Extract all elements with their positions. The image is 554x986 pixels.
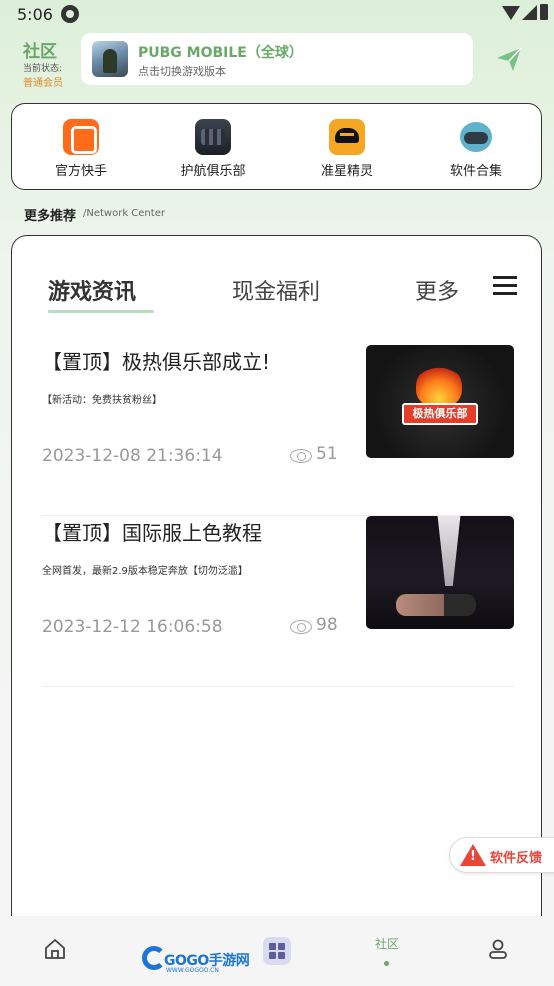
thumbnail-badge: 极热俱乐部 <box>402 403 478 425</box>
gamepad-icon <box>458 119 494 155</box>
quick-item-label: 护航俱乐部 <box>180 164 246 179</box>
tab-more[interactable]: 更多 <box>415 274 459 306</box>
wifi-icon <box>502 6 520 20</box>
quick-item-label: 官方快手 <box>54 164 107 179</box>
quick-item-label: 软件合集 <box>449 164 502 179</box>
quick-item-crosshair[interactable]: 准星精灵 <box>292 104 402 191</box>
news-date: 2023-12-08 21:36:14 <box>42 446 223 466</box>
page-title: 社区 <box>23 42 57 62</box>
apps-grid-icon[interactable] <box>263 937 291 965</box>
quick-item-software[interactable]: 软件合集 <box>421 104 531 191</box>
feedback-label: 软件反馈 <box>490 851 543 866</box>
news-description: 全网首发，最新2.9版本稳定奔放【切勿泛滥】 <box>42 566 248 577</box>
kuaishou-icon <box>63 119 99 155</box>
bottom-nav: GOGO手游网 WWW.GOGOO.CN 社区 <box>0 916 554 986</box>
news-item[interactable]: 【置顶】极热俱乐部成立! 【新活动：免费扶贫粉丝】 2023-12-08 21:… <box>42 345 514 516</box>
news-description: 【新活动：免费扶贫粉丝】 <box>42 395 162 406</box>
news-thumbnail: 极热俱乐部 <box>366 345 514 458</box>
crosshair-icon <box>329 119 365 155</box>
battery-icon <box>540 4 548 20</box>
tab-game-news[interactable]: 游戏资讯 <box>48 274 136 306</box>
menu-icon[interactable] <box>493 276 517 296</box>
section-title: 更多推荐 <box>24 209 77 224</box>
news-views: 51 <box>316 444 338 464</box>
state-label: 当前状态: <box>23 64 63 74</box>
home-icon[interactable] <box>44 938 66 960</box>
news-date: 2023-12-12 16:06:58 <box>42 617 223 637</box>
news-views: 98 <box>316 615 338 635</box>
club-icon <box>195 119 231 155</box>
eye-icon <box>290 620 312 634</box>
signal-icon <box>522 5 537 20</box>
send-icon[interactable] <box>494 44 524 74</box>
profile-icon[interactable] <box>487 938 509 960</box>
quick-menu: 官方快手 护航俱乐部 准星精灵 软件合集 <box>11 103 542 190</box>
active-tab-indicator <box>48 310 154 313</box>
news-item[interactable]: 【置顶】国际服上色教程 全网首发，最新2.9版本稳定奔放【切勿泛滥】 2023-… <box>42 516 514 687</box>
eye-icon <box>290 449 312 463</box>
quick-item-kuaishou[interactable]: 官方快手 <box>26 104 136 191</box>
tab-cash-welfare[interactable]: 现金福利 <box>232 274 320 306</box>
game-title: PUBG MOBILE（全球） <box>138 45 303 61</box>
news-panel: 游戏资讯 现金福利 更多 【置顶】极热俱乐部成立! 【新活动：免费扶贫粉丝】 2… <box>11 235 542 935</box>
news-title: 【置顶】国际服上色教程 <box>42 521 262 545</box>
active-nav-dot <box>384 961 389 966</box>
status-time: 5:06 <box>17 5 53 24</box>
quick-item-club[interactable]: 护航俱乐部 <box>158 104 268 191</box>
feedback-button[interactable]: 软件反馈 <box>449 837 554 873</box>
news-thumbnail <box>366 516 514 629</box>
game-subtitle: 点击切换游戏版本 <box>138 65 226 78</box>
game-version-switcher[interactable]: PUBG MOBILE（全球） 点击切换游戏版本 <box>81 33 473 85</box>
section-subtitle: /Network Center <box>83 208 165 219</box>
nav-community[interactable]: 社区 <box>375 935 399 952</box>
flame-icon <box>416 365 462 407</box>
status-bar: 5:06 <box>0 0 554 30</box>
sync-icon <box>61 5 79 23</box>
news-title: 【置顶】极热俱乐部成立! <box>42 350 271 374</box>
quick-item-label: 准星精灵 <box>320 164 373 179</box>
game-thumbnail <box>92 41 128 77</box>
watermark-logo: GOGO手游网 WWW.GOGOO.CN <box>142 940 254 976</box>
warning-icon <box>460 844 486 866</box>
member-badge: 普通会员 <box>23 78 63 89</box>
